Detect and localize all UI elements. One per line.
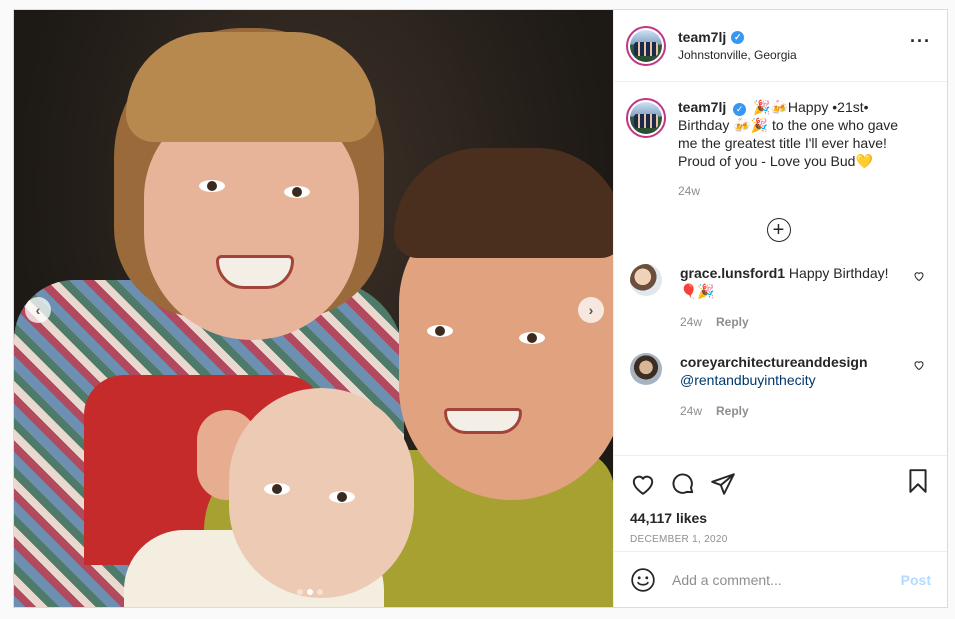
load-more-comments[interactable]: + [626, 218, 931, 242]
like-comment-heart-icon[interactable] [913, 359, 925, 371]
verified-badge-icon: ✓ [731, 30, 745, 44]
bookmark-save-icon[interactable] [905, 468, 931, 494]
comments-section: team7lj ✓ 🎉🍻Happy •21st• Birthday 🍻🎉 to … [614, 82, 947, 455]
caption-avatar[interactable] [626, 98, 666, 138]
post-header: team7lj ✓ Johnstonville, Georgia ··· [614, 10, 947, 82]
post-caption: team7lj ✓ 🎉🍻Happy •21st• Birthday 🍻🎉 to … [626, 98, 931, 200]
post-photo[interactable]: ‹ › [14, 10, 613, 607]
post-actions: 44,117 likes DECEMBER 1, 2020 [614, 455, 947, 551]
reply-button[interactable]: Reply [716, 313, 749, 331]
chevron-right-icon: › [588, 302, 594, 318]
carousel-next-button[interactable]: › [578, 297, 604, 323]
caption-username[interactable]: team7lj [678, 99, 726, 115]
comment-username[interactable]: grace.lunsford1 [680, 265, 785, 281]
author-username[interactable]: team7lj [678, 29, 726, 45]
more-options-icon[interactable]: ··· [910, 32, 931, 50]
chevron-left-icon: ‹ [35, 302, 41, 318]
commenter-avatar[interactable] [630, 264, 662, 296]
instagram-post: ‹ › team7lj ✓ Johnstonville, Georgia ··· [13, 9, 948, 608]
comment-timestamp[interactable]: 24w [680, 313, 702, 331]
comment-item: coreyarchitectureanddesign @rentandbuyin… [626, 353, 931, 420]
carousel-dot [317, 589, 323, 595]
photo-baby-face [229, 388, 414, 598]
photo-woman-bangs [126, 32, 376, 142]
carousel-prev-button[interactable]: ‹ [25, 297, 51, 323]
post-date[interactable]: DECEMBER 1, 2020 [630, 534, 931, 545]
carousel-dot-active [307, 589, 313, 595]
post-sidebar: team7lj ✓ Johnstonville, Georgia ··· tea… [613, 10, 947, 607]
share-send-icon[interactable] [710, 471, 736, 497]
post-comment-button[interactable]: Post [901, 572, 931, 588]
comment-bubble-icon[interactable] [670, 471, 696, 497]
comment-item: grace.lunsford1 Happy Birthday! 🎈🎉 24w R… [626, 264, 931, 331]
carousel-dot [297, 589, 303, 595]
like-comment-heart-icon[interactable] [913, 270, 925, 282]
plus-circle-icon[interactable]: + [766, 218, 791, 242]
comment-input[interactable] [672, 571, 901, 588]
post-location[interactable]: Johnstonville, Georgia [678, 48, 797, 62]
commenter-avatar[interactable] [630, 353, 662, 385]
carousel-indicator [297, 589, 323, 595]
caption-timestamp[interactable]: 24w [678, 182, 914, 200]
comment-mention-link[interactable]: @rentandbuyinthecity [680, 372, 816, 388]
like-heart-icon[interactable] [630, 471, 656, 497]
verified-badge-icon: ✓ [733, 102, 747, 116]
comment-username[interactable]: coreyarchitectureanddesign [680, 354, 868, 370]
emoji-smiley-icon[interactable] [630, 567, 656, 593]
add-comment-bar: Post [614, 551, 947, 607]
reply-button[interactable]: Reply [716, 402, 749, 420]
comment-timestamp[interactable]: 24w [680, 402, 702, 420]
author-avatar[interactable] [626, 25, 666, 66]
likes-count[interactable]: 44,117 likes [630, 510, 931, 526]
